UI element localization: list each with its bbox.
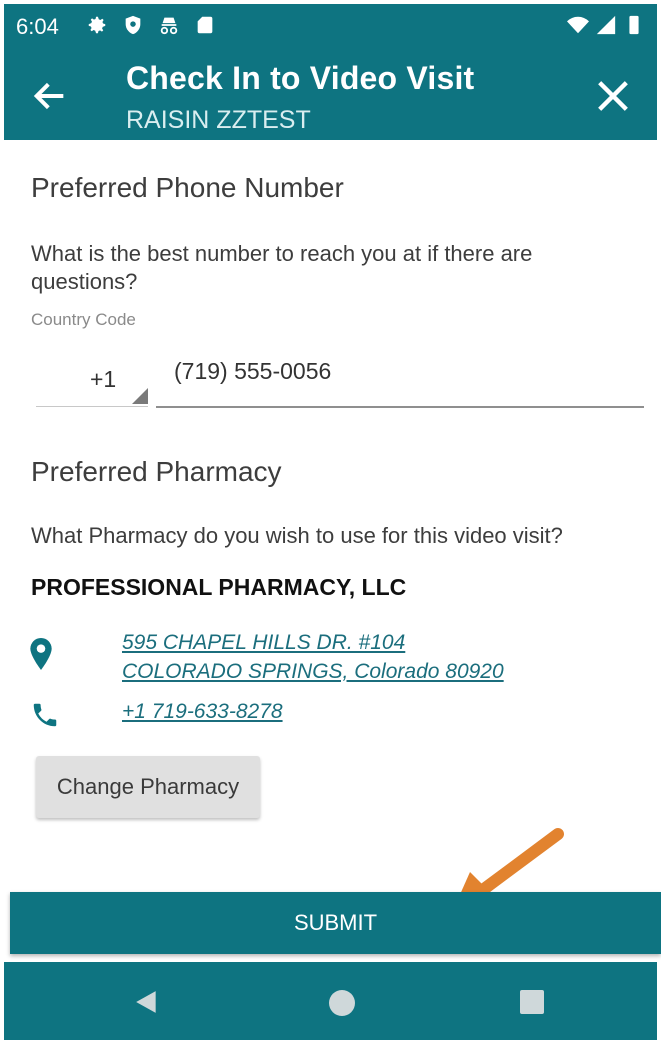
back-arrow-icon[interactable]	[30, 76, 70, 116]
address-line-1: 595 CHAPEL HILLS DR. #104	[122, 631, 406, 654]
header: 6:04 Check In to Video Visit RAISIN ZZTE…	[4, 4, 657, 140]
location-pin-icon	[30, 638, 52, 670]
submit-button[interactable]: SUBMIT	[10, 892, 661, 954]
pharmacy-address-link[interactable]: 595 CHAPEL HILLS DR. #104 COLORADO SPRIN…	[122, 628, 504, 686]
battery-icon	[629, 15, 639, 35]
status-time: 6:04	[16, 14, 59, 39]
patient-name: RAISIN ZZTEST	[126, 106, 311, 134]
nav-recents-icon[interactable]	[520, 990, 544, 1014]
close-icon[interactable]	[593, 76, 633, 116]
settings-icon	[88, 16, 106, 34]
signal-icon	[596, 15, 616, 35]
country-code-select[interactable]: +1	[36, 352, 148, 407]
phone-number-value: (719) 555-0056	[174, 358, 332, 384]
shield-icon	[125, 15, 141, 35]
pharmacy-name: PROFESSIONAL PHARMACY, LLC	[31, 574, 407, 600]
pharmacy-phone-link[interactable]: +1 719-633-8278	[122, 700, 283, 724]
phone-question: What is the best number to reach you at …	[31, 241, 533, 294]
change-pharmacy-button[interactable]: Change Pharmacy	[36, 756, 260, 818]
nav-home-icon[interactable]	[329, 990, 355, 1016]
phone-number-input[interactable]: (719) 555-0056	[156, 352, 644, 408]
dropdown-arrow-icon	[132, 388, 148, 404]
page-title: Check In to Video Visit	[126, 60, 475, 96]
phone-icon	[33, 703, 57, 727]
app-bar: Check In to Video Visit RAISIN ZZTEST	[4, 48, 657, 140]
navigation-bar	[4, 962, 657, 1040]
phone-section-heading: Preferred Phone Number	[31, 172, 344, 203]
pharmacy-section-heading: Preferred Pharmacy	[31, 456, 282, 487]
country-code-label: Country Code	[31, 310, 136, 329]
wifi-icon	[567, 16, 589, 34]
sd-card-icon	[197, 16, 213, 34]
nav-back-icon[interactable]	[134, 988, 160, 1016]
pharmacy-question: What Pharmacy do you wish to use for thi…	[31, 523, 563, 548]
status-bar: 6:04	[4, 4, 657, 48]
incognito-icon	[160, 17, 178, 35]
country-code-value: +1	[90, 366, 117, 392]
address-line-2: COLORADO SPRINGS, Colorado 80920	[122, 660, 504, 683]
